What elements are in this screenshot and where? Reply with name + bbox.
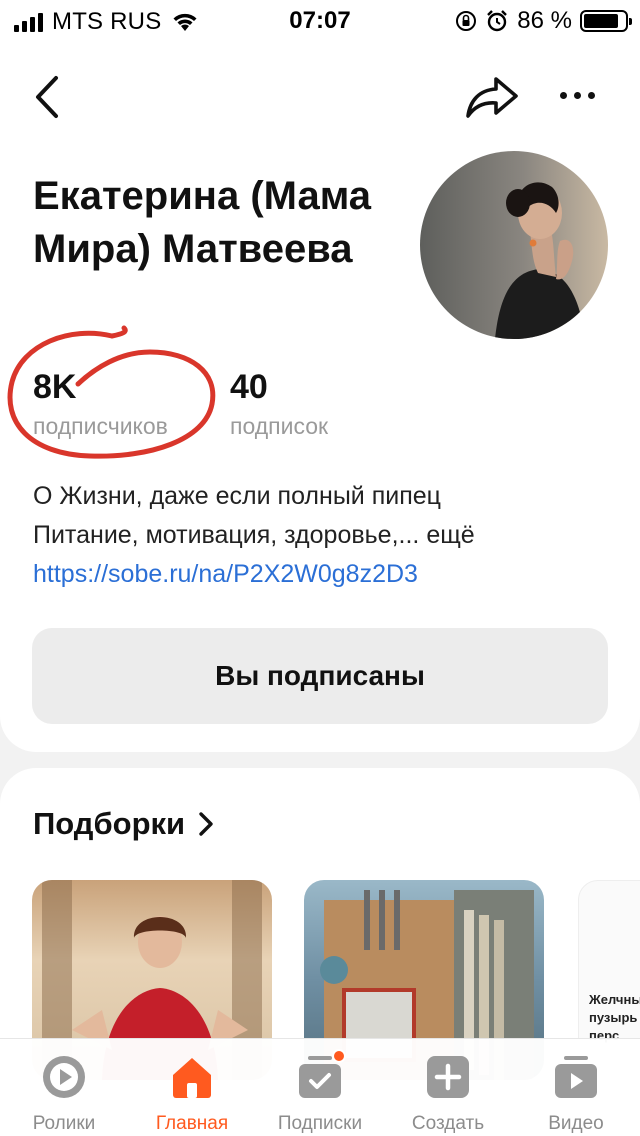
tab-clips[interactable]: Ролики [0, 1039, 128, 1136]
tab-label: Главная [155, 1113, 229, 1134]
collection-thumb-3-text: Желчны пузырь 12-перс [589, 992, 640, 1043]
following-count: 40 [230, 368, 268, 406]
carrier-name: MTS RUS [52, 8, 162, 35]
tab-video[interactable]: Видео [512, 1039, 640, 1136]
bio-line-2-text: Питание, мотивация, здоровье,... [33, 521, 420, 549]
plus-square-icon [427, 1056, 469, 1098]
collections-header[interactable]: Подборки [33, 806, 215, 842]
battery-percent: 86 % [517, 7, 572, 34]
tab-subscriptions[interactable]: Подписки [256, 1039, 384, 1136]
bio-line-2: Питание, мотивация, здоровье,... ещё [33, 516, 475, 555]
tab-create[interactable]: Создать [384, 1039, 512, 1136]
bio: О Жизни, даже если полный пипец Питание,… [33, 477, 475, 594]
profile-link[interactable]: https://sobe.ru/na/P2X2W0g8z2D3 [33, 555, 475, 594]
alarm-icon [487, 10, 508, 32]
orientation-lock-icon [456, 11, 477, 31]
share-icon[interactable] [464, 74, 520, 120]
bio-more-link[interactable]: ещё [426, 521, 474, 549]
collections-title: Подборки [33, 806, 186, 841]
bio-line-1: О Жизни, даже если полный пипец [33, 482, 441, 510]
notification-dot [332, 1049, 346, 1063]
wifi-icon [173, 13, 197, 31]
battery-fill [584, 14, 619, 28]
play-circle-icon [43, 1056, 85, 1098]
following-stat[interactable]: 40 подписок [230, 367, 328, 440]
back-icon[interactable] [28, 72, 68, 122]
signal-icon [14, 12, 43, 32]
tab-home[interactable]: Главная [128, 1039, 256, 1136]
video-icon [555, 1056, 597, 1098]
status-left: MTS RUS [14, 8, 199, 36]
tab-label: Ролики [32, 1113, 96, 1134]
more-icon[interactable] [552, 80, 602, 110]
subscribed-button[interactable]: Вы подписаны [32, 628, 608, 724]
profile-name: Екатерина (Мама Мира) Матвеева [33, 174, 372, 271]
status-bar: MTS RUS 07:07 86 % [0, 0, 640, 40]
following-label: подписок [230, 413, 329, 439]
battery-icon [580, 10, 632, 32]
avatar[interactable] [420, 151, 608, 339]
home-icon [173, 1058, 211, 1098]
tab-label: Видео [548, 1113, 604, 1134]
subscriptions-icon-wrap [296, 1049, 346, 1101]
tab-label: Создать [411, 1113, 485, 1134]
subscribers-stat[interactable]: 8K подписчиков [33, 367, 168, 440]
subscribers-count: 8K [33, 368, 77, 406]
tab-bar: Ролики Главная Подписки Создать Видео [0, 1038, 640, 1136]
chevron-right-icon [199, 812, 213, 836]
profile-card: Екатерина (Мама Мира) Матвеева 8K подпис… [0, 40, 640, 752]
subscribers-label: подписчиков [33, 413, 168, 439]
tab-label: Подписки [277, 1113, 363, 1134]
status-right: 86 % [455, 7, 632, 35]
